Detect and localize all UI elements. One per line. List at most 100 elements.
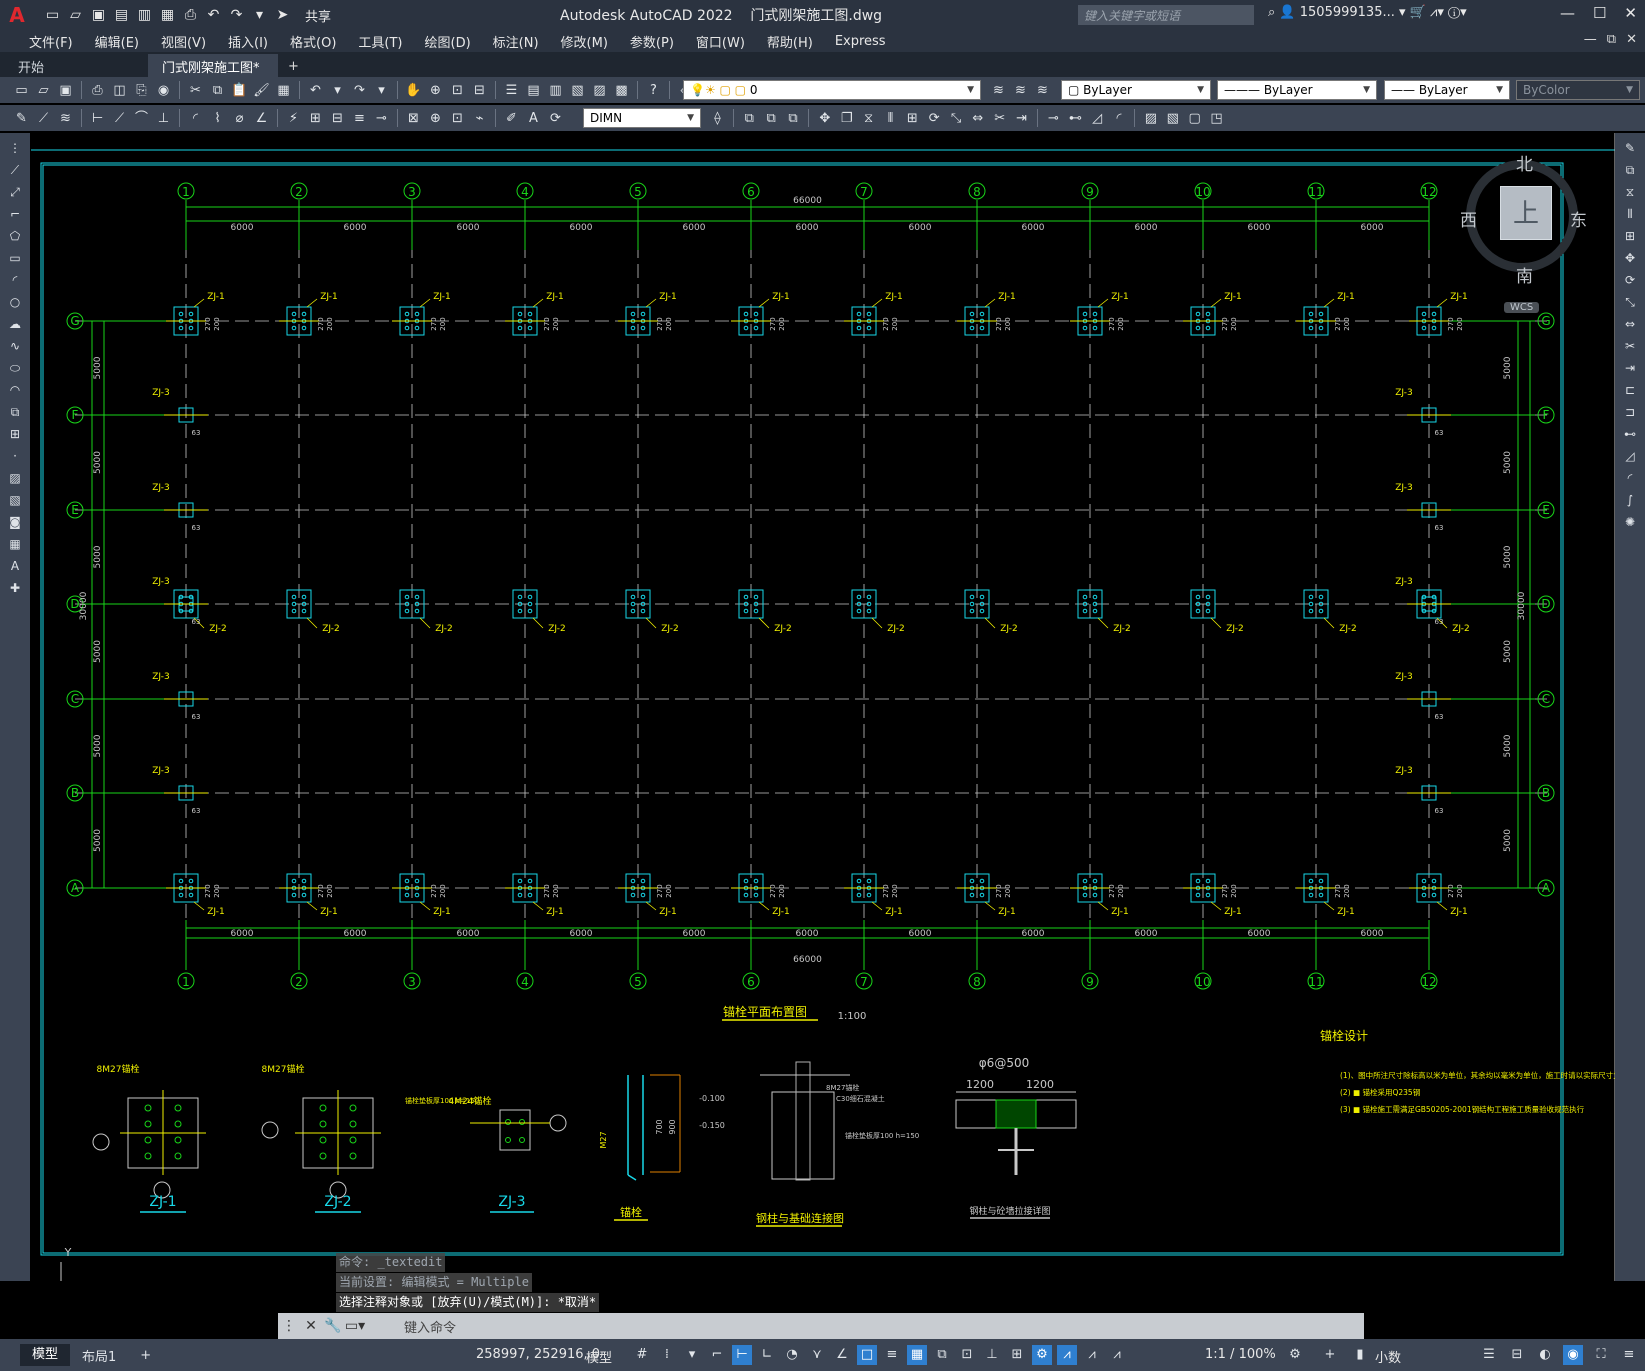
- doc-restore-icon[interactable]: ⧉: [1607, 32, 1616, 47]
- paste-icon[interactable]: 📋: [230, 81, 249, 100]
- plot-preview-icon[interactable]: ◫: [110, 81, 129, 100]
- layer-states-icon[interactable]: ≋: [1033, 81, 1052, 100]
- grid-icon[interactable]: #: [632, 1345, 652, 1365]
- redo-dropdown-icon[interactable]: ▾: [372, 81, 391, 100]
- customization-icon[interactable]: ≡: [1619, 1345, 1639, 1365]
- layers-icon[interactable]: ≋: [56, 109, 75, 128]
- copy-icon[interactable]: ⧉: [1621, 161, 1639, 180]
- radius-dim-icon[interactable]: ◜: [186, 109, 205, 128]
- trim-icon[interactable]: ✂: [990, 109, 1009, 128]
- polygon-icon[interactable]: ⬠: [6, 227, 24, 246]
- chamfer-icon[interactable]: ◿: [1088, 109, 1107, 128]
- maximize-button[interactable]: ☐: [1593, 4, 1606, 22]
- sheet-set-icon[interactable]: ▧: [568, 81, 587, 100]
- tab-start[interactable]: 开始: [4, 54, 144, 77]
- model-space-toggle[interactable]: 模型: [586, 1347, 612, 1366]
- revcloud-icon[interactable]: ☁: [6, 315, 24, 334]
- dim-edit-icon[interactable]: ✐: [502, 109, 521, 128]
- menu-insert[interactable]: 插入(I): [217, 32, 279, 51]
- quick-properties-icon[interactable]: ☰: [1479, 1345, 1499, 1365]
- calculator-icon[interactable]: ▩: [612, 81, 631, 100]
- diameter-dim-icon[interactable]: ⌀: [230, 109, 249, 128]
- dynamic-input-icon[interactable]: ⊢: [732, 1345, 752, 1365]
- tab-layout1[interactable]: 布局1: [70, 1346, 128, 1365]
- tab-model[interactable]: 模型: [20, 1344, 71, 1366]
- object-snap-icon[interactable]: □: [857, 1345, 877, 1365]
- quick-dim-icon[interactable]: ⚡: [284, 109, 303, 128]
- continue-dim-icon[interactable]: ⊟: [328, 109, 347, 128]
- send-back-icon[interactable]: ⧉: [784, 109, 803, 128]
- draworder-icon[interactable]: ⧉: [740, 109, 759, 128]
- arc-icon[interactable]: ◜: [6, 271, 24, 290]
- units-icon[interactable]: ▮: [1350, 1345, 1370, 1365]
- menu-express[interactable]: Express: [824, 34, 897, 49]
- undo-icon[interactable]: ↶: [306, 81, 325, 100]
- object-snap-tracking-icon[interactable]: ∠: [832, 1345, 852, 1365]
- dim-break-icon[interactable]: ⊸: [372, 109, 391, 128]
- arc-length-icon[interactable]: ⌒: [132, 109, 151, 128]
- extend-icon[interactable]: ⇥: [1012, 109, 1031, 128]
- open-web-icon[interactable]: ▦: [159, 7, 176, 24]
- cart-icon[interactable]: 🛒: [1410, 5, 1426, 20]
- fillet-icon[interactable]: ◜: [1110, 109, 1129, 128]
- layer-dropdown[interactable]: 💡☀ ▢ ▢ 0 ▼: [683, 80, 981, 100]
- autodesk-a360-icon[interactable]: ⩘▾: [1430, 5, 1444, 20]
- ortho-icon[interactable]: ∟: [757, 1345, 777, 1365]
- menu-parametric[interactable]: 参数(P): [619, 32, 685, 51]
- hatch-icon[interactable]: ▨: [1141, 109, 1160, 128]
- redo-icon[interactable]: ↷: [228, 7, 245, 24]
- offset-icon[interactable]: ⫴: [1621, 205, 1639, 224]
- zoom-window-icon[interactable]: ⊡: [448, 81, 467, 100]
- selection-filter-icon[interactable]: ⊞: [1007, 1345, 1027, 1365]
- grip-icon[interactable]: ⋮: [278, 1318, 300, 1334]
- web-save-icon[interactable]: ▥: [136, 7, 153, 24]
- help-icon[interactable]: ⓘ▾: [1448, 5, 1467, 20]
- move-icon[interactable]: ✥: [1621, 249, 1639, 268]
- aligned-dim-icon[interactable]: ⟋: [110, 109, 129, 128]
- dynamic-ucs-icon[interactable]: ⊥: [982, 1345, 1002, 1365]
- rectangle-icon[interactable]: ▭: [6, 249, 24, 268]
- array-icon[interactable]: ⊞: [1621, 227, 1639, 246]
- infer-constraints-icon[interactable]: ⌐: [707, 1345, 727, 1365]
- 3d-osnap-icon[interactable]: ⊡: [957, 1345, 977, 1365]
- mirror-icon[interactable]: ⧖: [859, 109, 878, 128]
- stretch-icon[interactable]: ⇔: [968, 109, 987, 128]
- layer-previous-icon[interactable]: ≋: [1011, 81, 1030, 100]
- command-line[interactable]: ⋮ ✕ 🔧 ▭▾ 键入命令: [278, 1313, 1364, 1339]
- close-button[interactable]: ✕: [1624, 4, 1637, 22]
- region-icon[interactable]: ◳: [1207, 109, 1226, 128]
- annotation-scale-icon[interactable]: ⩘: [1107, 1345, 1127, 1365]
- break-point-icon[interactable]: ⊏: [1621, 381, 1639, 400]
- dim-update-icon[interactable]: ⟳: [546, 109, 565, 128]
- menu-format[interactable]: 格式(O): [279, 32, 347, 51]
- ellipse-icon[interactable]: ⬭: [6, 359, 24, 378]
- minimize-button[interactable]: —: [1560, 4, 1575, 22]
- add-layout-button[interactable]: +: [128, 1348, 163, 1363]
- 3d-print-icon[interactable]: ◉: [154, 81, 173, 100]
- menu-file[interactable]: 文件(F): [18, 32, 84, 51]
- gizmo-icon[interactable]: ⚙: [1032, 1345, 1052, 1365]
- save-icon[interactable]: ▣: [56, 81, 75, 100]
- join-icon[interactable]: ⊷: [1066, 109, 1085, 128]
- doc-minimize-icon[interactable]: —: [1584, 32, 1597, 47]
- cad-drawing[interactable]: 112233445566778899101011111212G GF FE ED DC C…: [31, 133, 1615, 1281]
- share-icon[interactable]: ➤: [274, 7, 291, 24]
- trim-icon[interactable]: ✂: [1621, 337, 1639, 356]
- coordinate-readout[interactable]: 258997, 252916, 0: [476, 1347, 600, 1362]
- array-icon[interactable]: ⊞: [903, 109, 922, 128]
- open-folder-icon[interactable]: ▱: [67, 7, 84, 24]
- dim-text-edit-icon[interactable]: A: [524, 109, 543, 128]
- hatch-icon[interactable]: ▨: [6, 469, 24, 488]
- line-tool-icon[interactable]: ⟋: [34, 109, 53, 128]
- compass-east[interactable]: 东: [1570, 206, 1587, 231]
- hardware-acceleration-icon[interactable]: ◉: [1563, 1345, 1583, 1365]
- annotation-visibility-icon[interactable]: ⩘: [1057, 1345, 1077, 1365]
- plotstyle-dropdown[interactable]: ByColor ▼: [1516, 80, 1640, 100]
- search-input[interactable]: 键入关键字或短语: [1078, 5, 1254, 25]
- plot-icon[interactable]: ⎙: [182, 7, 199, 24]
- jogged-linear-icon[interactable]: ⌁: [470, 109, 489, 128]
- share-button[interactable]: 共享: [305, 6, 331, 25]
- transparency-icon[interactable]: ▦: [907, 1345, 927, 1365]
- boundary-icon[interactable]: ▢: [1185, 109, 1204, 128]
- drawing-canvas[interactable]: 1 1 2 2 3 3 4 4 5 5 6 6 7 7 8 8 9 9 10 10 11 11 12 12 G G F F E E D D C C…: [31, 133, 1615, 1281]
